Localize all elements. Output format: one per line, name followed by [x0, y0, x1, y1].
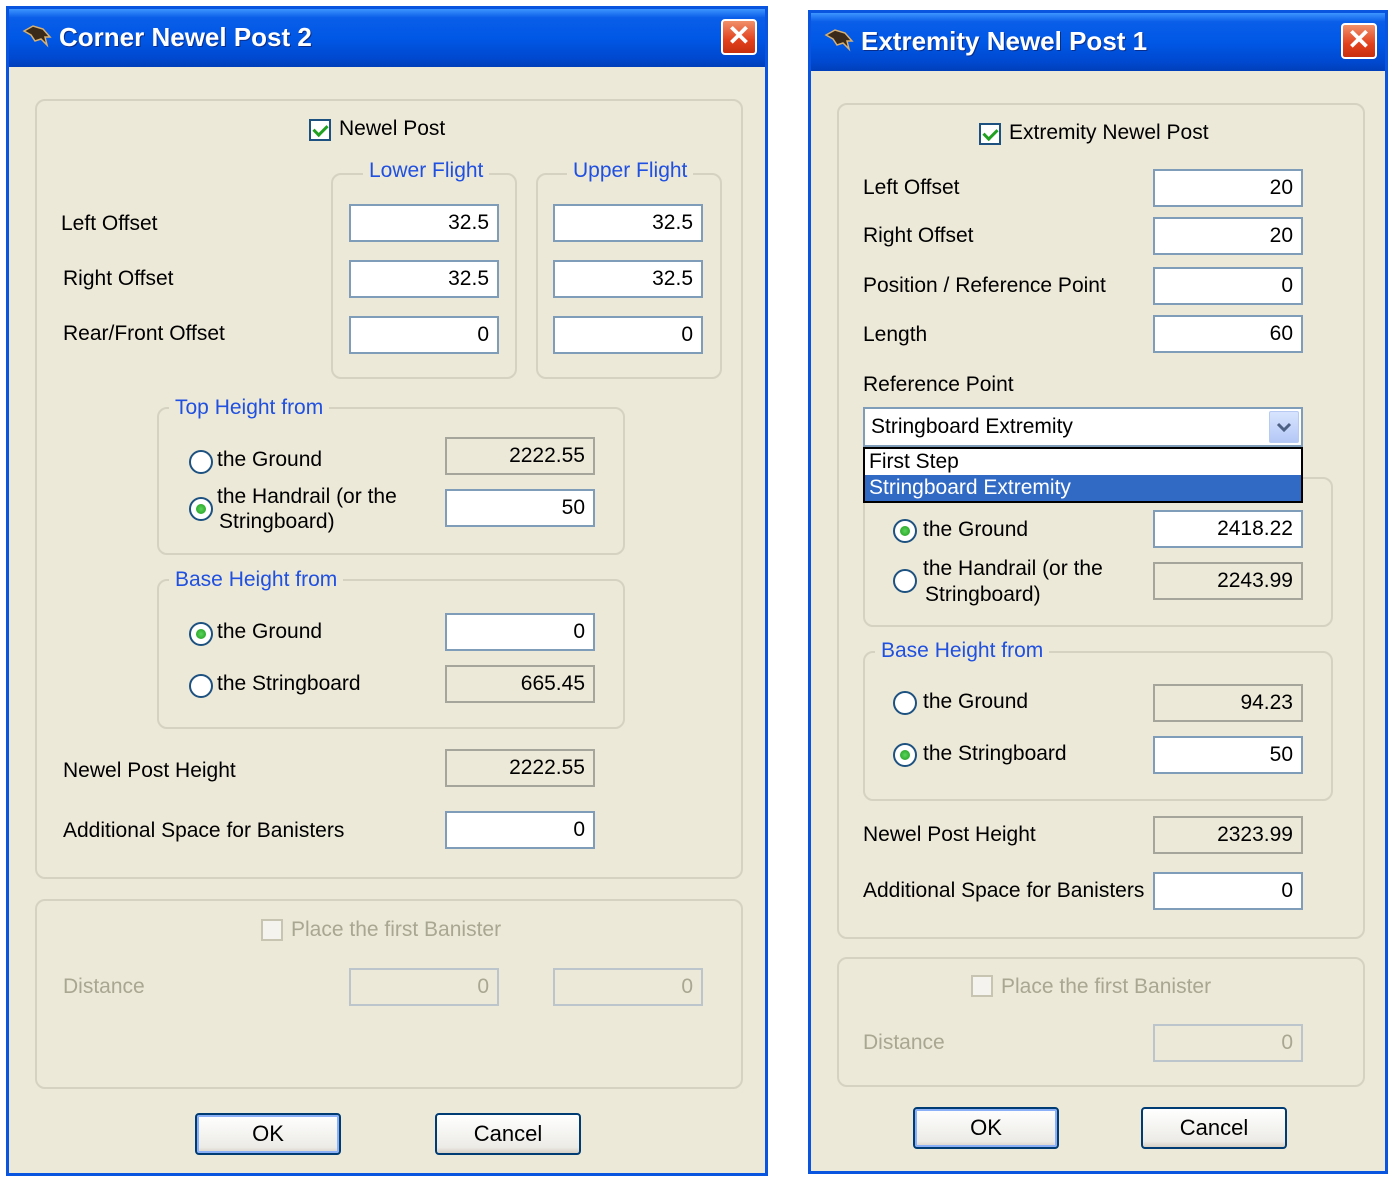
top-handrail-label-2: Stringboard) [219, 510, 335, 533]
reference-point-dropdown: First Step Stringboard Extremity [863, 447, 1303, 503]
base-height-group [157, 579, 625, 729]
upper-left-offset-input[interactable]: 32.5 [553, 204, 703, 242]
top-handrail-radio[interactable] [893, 569, 917, 593]
top-handrail-label: the Handrail (or the [923, 557, 1103, 580]
corner-newel-post-dialog: Corner Newel Post 2 ✕ Newel Post Lower F… [6, 6, 768, 1176]
newel-post-height-value: 2222.55 [445, 749, 595, 787]
top-ground-value: 2222.55 [445, 437, 595, 475]
right-offset-input[interactable]: 20 [1153, 217, 1303, 255]
top-handrail-value: 2243.99 [1153, 562, 1303, 600]
top-ground-label: the Ground [923, 518, 1029, 541]
upper-right-offset-input[interactable]: 32.5 [553, 260, 703, 298]
base-ground-radio[interactable] [189, 622, 213, 646]
distance-label: Distance [863, 1031, 945, 1054]
title-bar[interactable]: Extremity Newel Post 1 ✕ [811, 13, 1385, 71]
base-stringboard-input[interactable]: 50 [1153, 736, 1303, 774]
distance-label: Distance [63, 975, 145, 998]
place-banister-checkbox[interactable] [971, 975, 993, 997]
base-stringboard-radio[interactable] [893, 743, 917, 767]
length-label: Length [863, 323, 928, 346]
chevron-down-icon[interactable] [1269, 411, 1299, 443]
dropdown-option-stringboard-extremity[interactable]: Stringboard Extremity [865, 475, 1301, 501]
distance-input-2[interactable]: 0 [553, 968, 703, 1006]
top-ground-radio[interactable] [189, 450, 213, 474]
top-ground-input[interactable]: 2418.22 [1153, 510, 1303, 548]
left-offset-input[interactable]: 20 [1153, 169, 1303, 207]
reference-point-label: Reference Point [863, 373, 1014, 396]
base-ground-value: 94.23 [1153, 684, 1303, 722]
newel-post-height-label: Newel Post Height [863, 823, 1036, 846]
base-stringboard-radio[interactable] [189, 674, 213, 698]
place-banister-checkbox[interactable] [261, 919, 283, 941]
reference-point-select[interactable]: Stringboard Extremity [863, 407, 1303, 447]
rear-front-offset-label: Rear/Front Offset [63, 322, 225, 345]
base-ground-label: the Ground [217, 620, 323, 643]
top-ground-radio[interactable] [893, 519, 917, 543]
additional-space-label: Additional Space for Banisters [63, 819, 345, 842]
lower-flight-legend: Lower Flight [363, 159, 490, 183]
position-reference-input[interactable]: 0 [1153, 267, 1303, 305]
close-icon[interactable]: ✕ [1341, 23, 1377, 59]
right-offset-label: Right Offset [63, 267, 174, 290]
distance-input-1[interactable]: 0 [349, 968, 499, 1006]
left-offset-label: Left Offset [863, 176, 960, 199]
extremity-newel-post-dialog: Extremity Newel Post 1 ✕ Extremity Newel… [808, 10, 1388, 1174]
left-offset-label: Left Offset [61, 212, 158, 235]
base-stringboard-label: the Stringboard [923, 742, 1067, 765]
upper-rear-offset-input[interactable]: 0 [553, 316, 703, 354]
position-reference-label: Position / Reference Point [863, 274, 1106, 297]
top-ground-label: the Ground [217, 448, 323, 471]
top-handrail-radio[interactable] [189, 497, 213, 521]
window-title: Corner Newel Post 2 [59, 22, 312, 52]
top-height-legend: Top Height from [169, 396, 330, 420]
top-handrail-label-2: Stringboard) [925, 583, 1041, 606]
app-icon [22, 25, 52, 48]
window-title: Extremity Newel Post 1 [861, 26, 1148, 56]
right-offset-label: Right Offset [863, 224, 974, 247]
app-icon [824, 29, 854, 52]
cancel-button[interactable]: Cancel [1141, 1107, 1287, 1149]
extremity-newel-post-checkbox[interactable] [979, 123, 1001, 145]
distance-input[interactable]: 0 [1153, 1024, 1303, 1062]
length-input[interactable]: 60 [1153, 315, 1303, 353]
lower-right-offset-input[interactable]: 32.5 [349, 260, 499, 298]
additional-space-input[interactable]: 0 [1153, 872, 1303, 910]
newel-post-label: Newel Post [339, 117, 446, 140]
base-ground-radio[interactable] [893, 691, 917, 715]
base-ground-input[interactable]: 0 [445, 613, 595, 651]
place-banister-label: Place the first Banister [1001, 975, 1212, 998]
base-height-legend: Base Height from [875, 639, 1050, 663]
top-handrail-input[interactable]: 50 [445, 489, 595, 527]
additional-space-input[interactable]: 0 [445, 811, 595, 849]
place-banister-label: Place the first Banister [291, 918, 502, 941]
dropdown-option-first-step[interactable]: First Step [865, 449, 1301, 475]
newel-post-height-label: Newel Post Height [63, 759, 236, 782]
lower-left-offset-input[interactable]: 32.5 [349, 204, 499, 242]
ok-button[interactable]: OK [195, 1113, 341, 1155]
base-stringboard-label: the Stringboard [217, 672, 361, 695]
base-height-group [863, 651, 1333, 801]
newel-post-height-value: 2323.99 [1153, 816, 1303, 854]
base-height-legend: Base Height from [169, 568, 344, 592]
base-ground-label: the Ground [923, 690, 1029, 713]
close-icon[interactable]: ✕ [721, 19, 757, 55]
additional-space-label: Additional Space for Banisters [863, 879, 1145, 902]
title-bar[interactable]: Corner Newel Post 2 ✕ [9, 9, 765, 67]
newel-post-checkbox[interactable] [309, 119, 331, 141]
top-handrail-label: the Handrail (or the [217, 485, 397, 508]
cancel-button[interactable]: Cancel [435, 1113, 581, 1155]
reference-point-selected: Stringboard Extremity [871, 415, 1073, 438]
base-stringboard-value: 665.45 [445, 665, 595, 703]
extremity-newel-post-label: Extremity Newel Post [1009, 121, 1209, 144]
ok-button[interactable]: OK [913, 1107, 1059, 1149]
lower-rear-offset-input[interactable]: 0 [349, 316, 499, 354]
upper-flight-legend: Upper Flight [567, 159, 694, 183]
